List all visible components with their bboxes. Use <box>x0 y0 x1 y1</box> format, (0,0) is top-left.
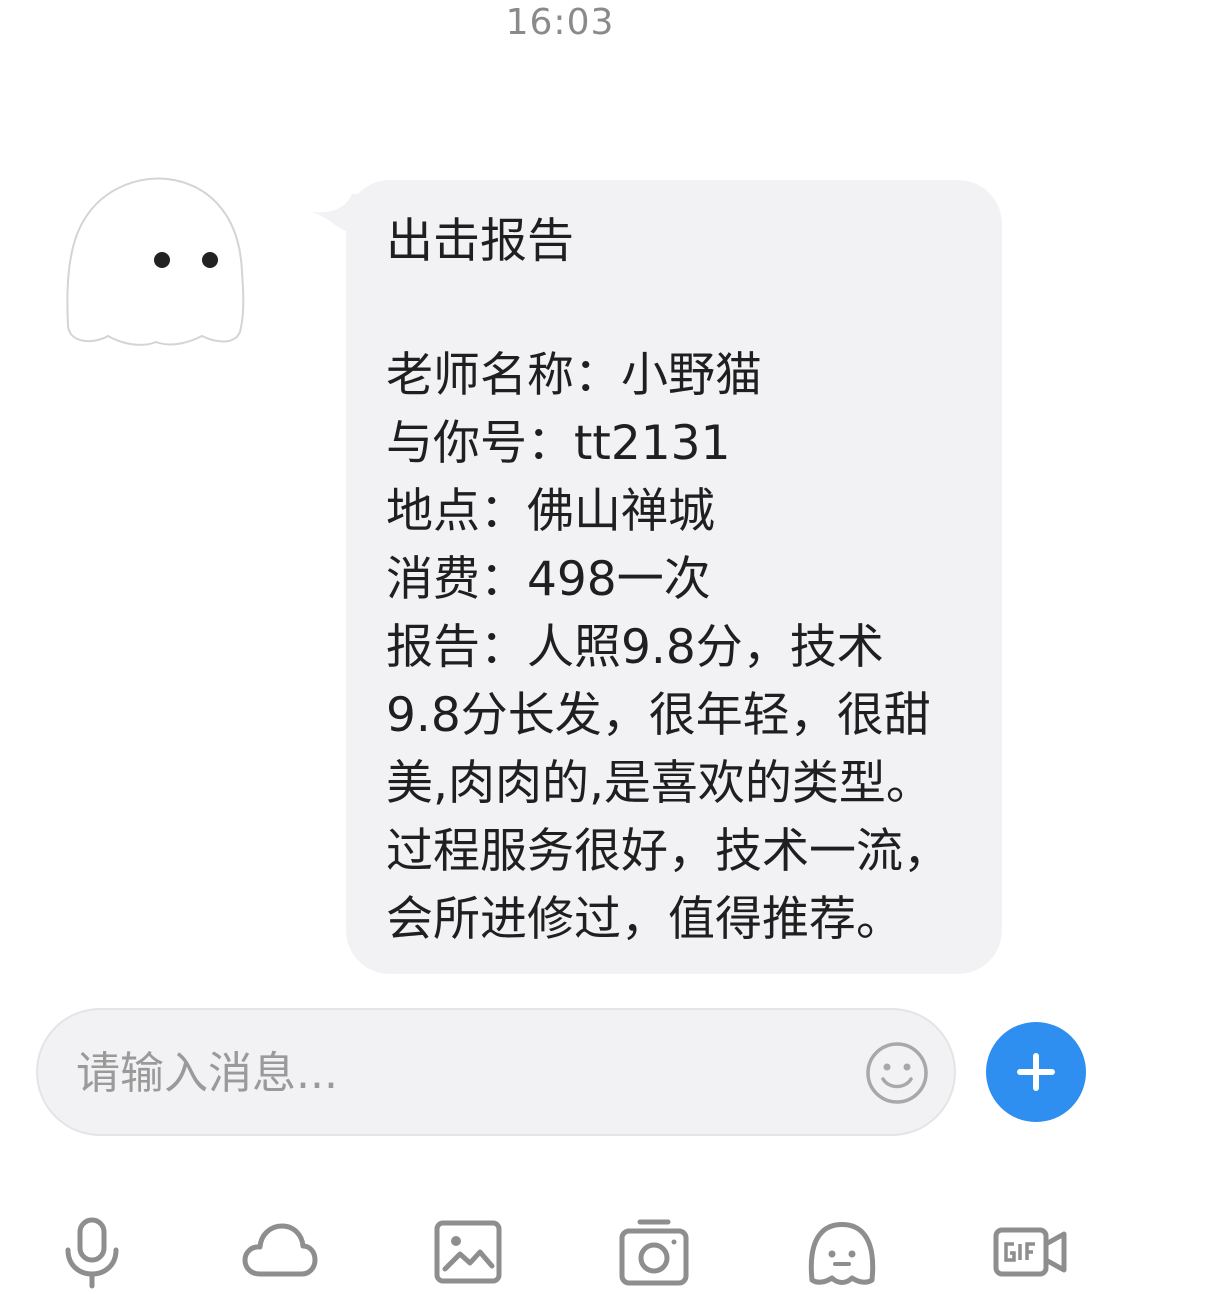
plus-icon <box>1017 1053 1055 1091</box>
message-line: 地点：佛山禅城 <box>386 484 715 539</box>
cloud-icon <box>242 1223 318 1277</box>
message-line: 报告：人照9.8分，技术 <box>386 620 884 675</box>
microphone-icon <box>65 1217 119 1289</box>
cloud-button[interactable] <box>242 1214 318 1290</box>
ghost-emoji-icon <box>808 1222 876 1285</box>
photo-button[interactable] <box>430 1214 506 1290</box>
message-line: 消费：498一次 <box>386 552 711 607</box>
message-title: 出击报告 <box>386 214 574 269</box>
message-line: 与你号：tt2131 <box>386 416 731 471</box>
message-line: 美,肉肉的,是喜欢的类型。 <box>386 756 933 811</box>
gif-button[interactable] <box>992 1214 1068 1290</box>
emoji-button[interactable] <box>864 1040 930 1106</box>
message-input[interactable] <box>74 1032 858 1114</box>
message-body: 出击报告 老师名称：小野猫 与你号：tt2131 地点：佛山禅城 消费：498一… <box>346 180 1002 974</box>
message-composer <box>36 1008 956 1136</box>
smiley-icon <box>866 1042 928 1104</box>
message-line: 过程服务很好，技术一流， <box>386 824 950 879</box>
message-line: 会所进修过，值得推荐。 <box>386 892 903 947</box>
voice-button[interactable] <box>54 1214 130 1290</box>
gif-icon <box>993 1227 1067 1277</box>
message-line: 老师名称：小野猫 <box>386 348 762 403</box>
sender-avatar[interactable] <box>64 176 246 348</box>
message-timestamp: 16:03 <box>505 2 615 43</box>
received-message-bubble[interactable]: 出击报告 老师名称：小野猫 与你号：tt2131 地点：佛山禅城 消费：498一… <box>312 180 1002 974</box>
camera-button[interactable] <box>616 1214 692 1290</box>
sticker-button[interactable] <box>804 1214 880 1290</box>
message-line: 9.8分长发，很年轻，很甜 <box>386 688 931 743</box>
more-actions-button[interactable] <box>986 1022 1086 1122</box>
camera-icon <box>619 1219 689 1286</box>
image-icon <box>434 1220 502 1284</box>
ghost-avatar-icon <box>66 177 245 346</box>
